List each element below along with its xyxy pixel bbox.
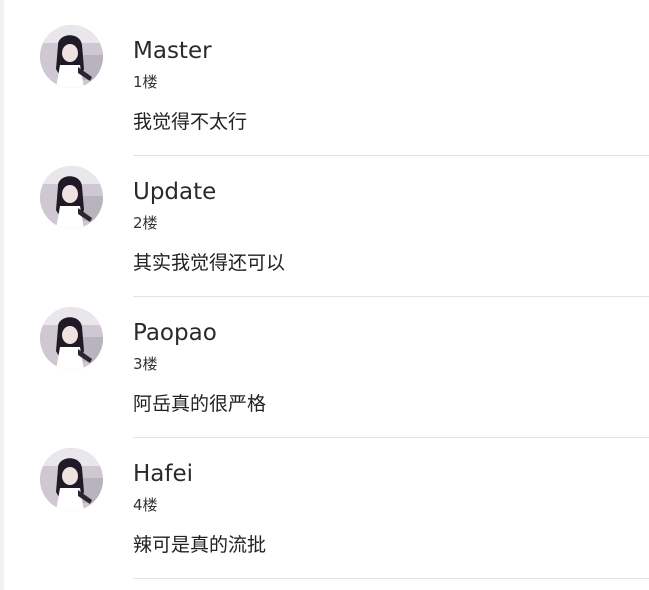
floor-number: 1楼 xyxy=(133,73,158,91)
comment-text: 辣可是真的流批 xyxy=(133,534,267,556)
comment-item: Paopao 3楼 阿岳真的很严格 xyxy=(0,282,649,438)
comment-item: Hafei 4楼 辣可是真的流批 xyxy=(0,423,649,579)
comment-author[interactable]: Update xyxy=(133,177,216,207)
user-avatar-icon xyxy=(40,448,103,511)
comment-text: 阿岳真的很严格 xyxy=(133,393,267,415)
divider xyxy=(133,578,649,579)
comment-text: 我觉得不太行 xyxy=(133,111,248,133)
comment-author[interactable]: Paopao xyxy=(133,318,217,348)
user-avatar-icon xyxy=(40,307,103,370)
floor-number: 2楼 xyxy=(133,214,158,232)
avatar[interactable] xyxy=(40,25,103,88)
comment-item: Update 2楼 其实我觉得还可以 xyxy=(0,141,649,297)
floor-number: 4楼 xyxy=(133,496,158,514)
avatar[interactable] xyxy=(40,448,103,511)
comment-list: Master 1楼 我觉得不太行 Update 2楼 其实我觉得还可以 Paop… xyxy=(0,0,649,590)
avatar[interactable] xyxy=(40,166,103,229)
floor-number: 3楼 xyxy=(133,355,158,373)
user-avatar-icon xyxy=(40,25,103,88)
comment-author[interactable]: Hafei xyxy=(133,459,193,489)
comment-author[interactable]: Master xyxy=(133,36,212,66)
comment-text: 其实我觉得还可以 xyxy=(133,252,286,274)
user-avatar-icon xyxy=(40,166,103,229)
comment-item: Master 1楼 我觉得不太行 xyxy=(0,0,649,156)
avatar[interactable] xyxy=(40,307,103,370)
